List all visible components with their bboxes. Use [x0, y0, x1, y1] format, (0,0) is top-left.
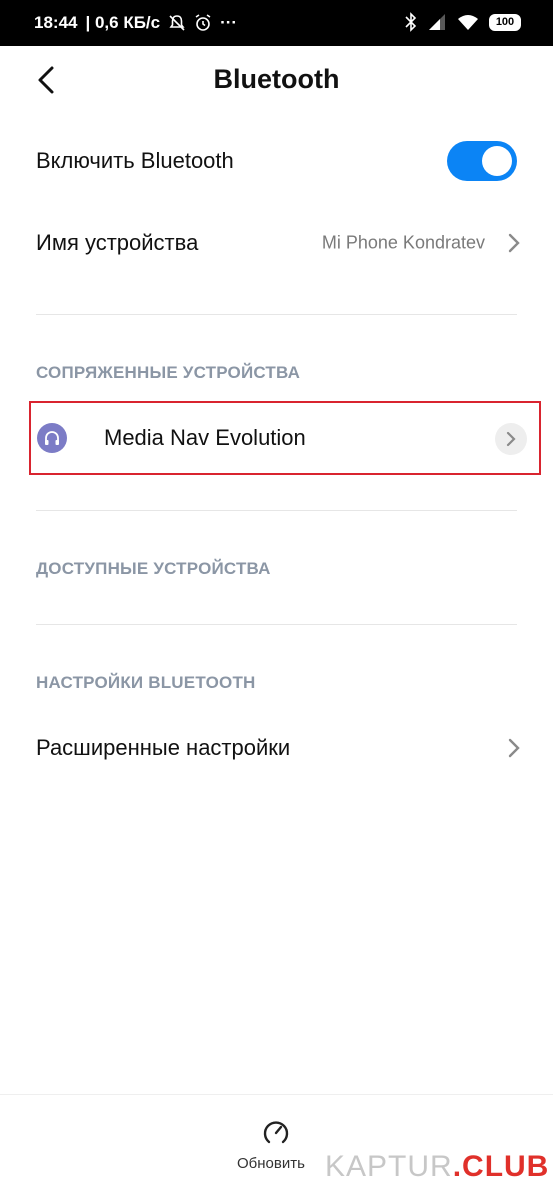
advanced-settings-row[interactable]: Расширенные настройки — [0, 708, 553, 788]
device-name-value: Mi Phone Kondratev — [321, 232, 485, 253]
status-time: 18:44 — [34, 13, 78, 32]
status-bar: 18:44 | 0,6 КБ/с ··· 100 — [0, 0, 553, 46]
paired-device-row[interactable]: Media Nav Evolution — [29, 401, 541, 475]
top-app-bar: Bluetooth — [0, 46, 553, 116]
bluetooth-status-icon — [405, 12, 417, 32]
device-name-label: Имя устройства — [36, 230, 199, 255]
divider — [36, 314, 517, 315]
chevron-right-icon — [508, 738, 520, 758]
signal-icon — [429, 14, 445, 30]
headphones-icon — [37, 423, 67, 453]
more-notifications-icon: ··· — [220, 13, 238, 32]
paired-device-name: Media Nav Evolution — [104, 425, 306, 450]
chevron-right-icon — [506, 431, 516, 447]
enable-bluetooth-row[interactable]: Включить Bluetooth — [0, 121, 553, 201]
divider — [36, 624, 517, 625]
speedometer-icon — [263, 1121, 289, 1144]
bluetooth-settings-header: НАСТРОЙКИ BLUETOOTH — [36, 673, 256, 692]
toggle-knob — [482, 146, 512, 176]
watermark-part2: .CLUB — [452, 1150, 550, 1183]
bottom-action-bar: Обновить — [0, 1094, 553, 1201]
watermark-part1: KAPTUR — [325, 1150, 453, 1183]
page-title: Bluetooth — [213, 64, 340, 94]
device-details-button[interactable] — [495, 423, 527, 455]
bluetooth-toggle[interactable] — [447, 141, 517, 181]
status-speed: | 0,6 КБ/с — [85, 13, 161, 32]
paired-devices-header: СОПРЯЖЕННЫЕ УСТРОЙСТВА — [36, 363, 301, 382]
available-devices-header: ДОСТУПНЫЕ УСТРОЙСТВА — [36, 559, 271, 578]
device-name-row[interactable]: Имя устройства Mi Phone Kondratev — [0, 203, 553, 283]
watermark-logo: KAPTUR.CLUB — [325, 1150, 549, 1184]
alarm-icon — [195, 14, 211, 31]
divider — [36, 510, 517, 511]
advanced-settings-label: Расширенные настройки — [36, 735, 291, 760]
battery-level: 100 — [495, 16, 515, 28]
refresh-label: Обновить — [237, 1155, 305, 1172]
wifi-icon — [458, 15, 478, 30]
battery-icon: 100 — [489, 13, 521, 31]
chevron-right-icon — [508, 233, 520, 253]
mute-icon — [169, 15, 185, 31]
enable-bluetooth-label: Включить Bluetooth — [36, 148, 234, 173]
